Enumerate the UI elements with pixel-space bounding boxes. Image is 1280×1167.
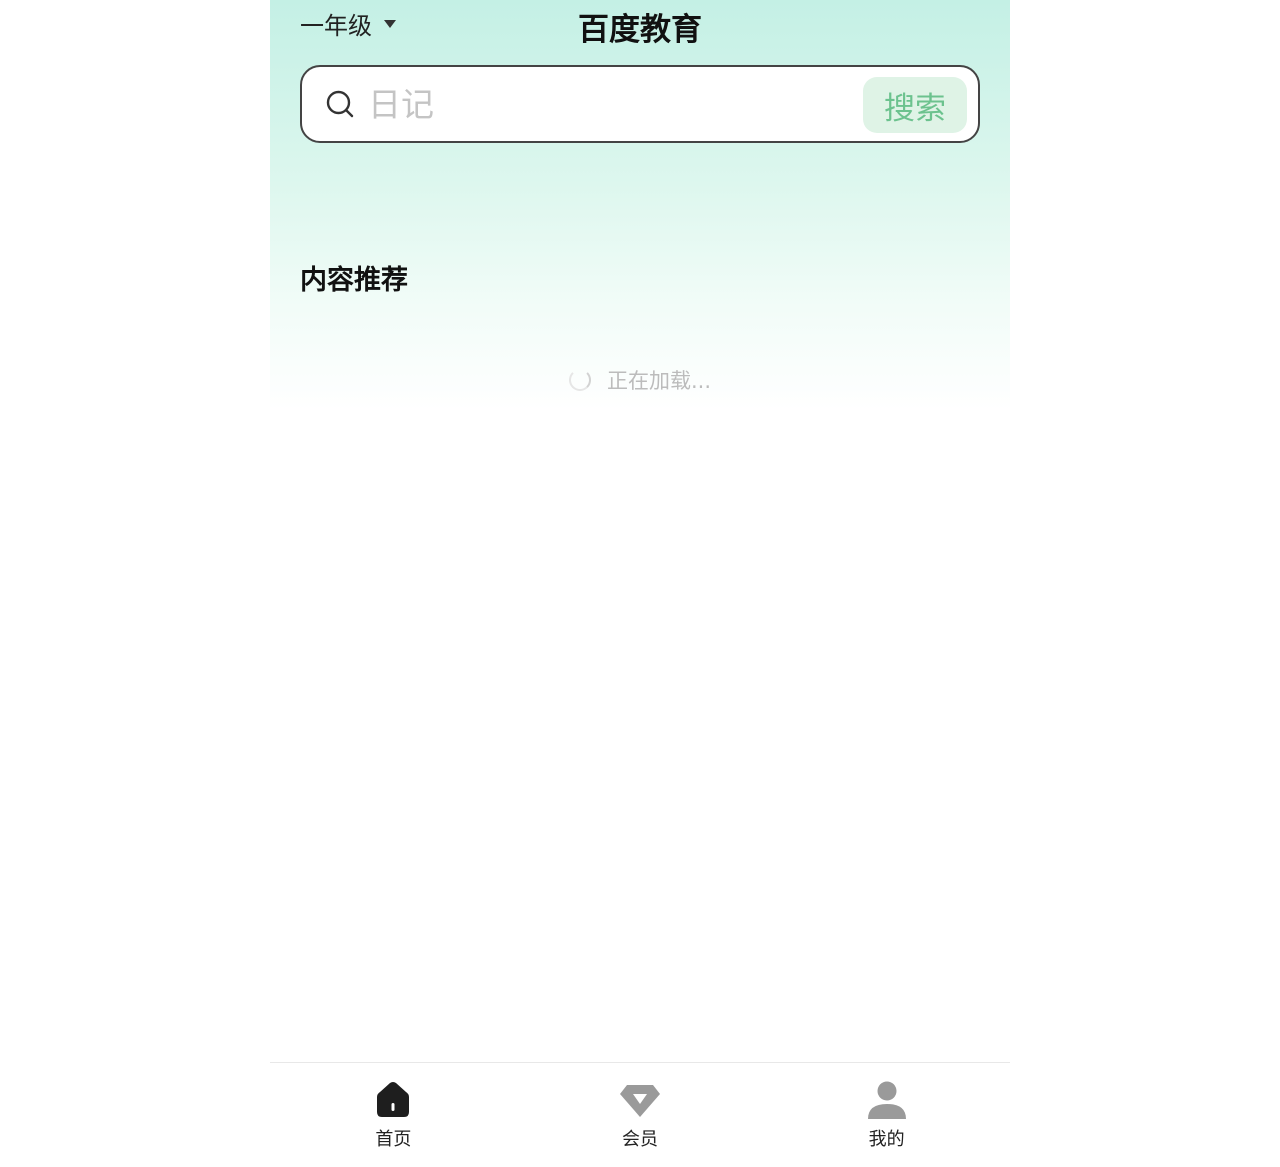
- tab-profile[interactable]: 我的: [763, 1063, 1010, 1167]
- loading-text: 正在加载...: [606, 369, 712, 393]
- tab-label-membership: 会员: [622, 1129, 658, 1150]
- hero-background: [270, 0, 1010, 410]
- page-title: 百度教育: [578, 12, 702, 48]
- search-input[interactable]: [368, 81, 848, 127]
- tab-home[interactable]: 首页: [270, 1063, 517, 1167]
- home-icon: [377, 1082, 410, 1117]
- search-button[interactable]: 搜索: [863, 77, 967, 133]
- user-icon: [867, 1081, 906, 1119]
- diamond-icon: [620, 1085, 660, 1117]
- spinner-icon: [568, 369, 591, 391]
- tab-membership[interactable]: 会员: [517, 1063, 764, 1167]
- section-title: 内容推荐: [300, 265, 408, 296]
- search-icon: [326, 90, 354, 118]
- app-screen: 一年级 百度教育 搜索 内容推荐 正在加载... 首页 会员: [270, 0, 1010, 1167]
- search-bar: 搜索: [300, 65, 980, 143]
- loading-indicator: 正在加载...: [270, 365, 1010, 395]
- tab-label-profile: 我的: [868, 1129, 905, 1150]
- bottom-tab-bar: 首页 会员 我的: [270, 1062, 1010, 1167]
- tab-label-home: 首页: [375, 1129, 412, 1150]
